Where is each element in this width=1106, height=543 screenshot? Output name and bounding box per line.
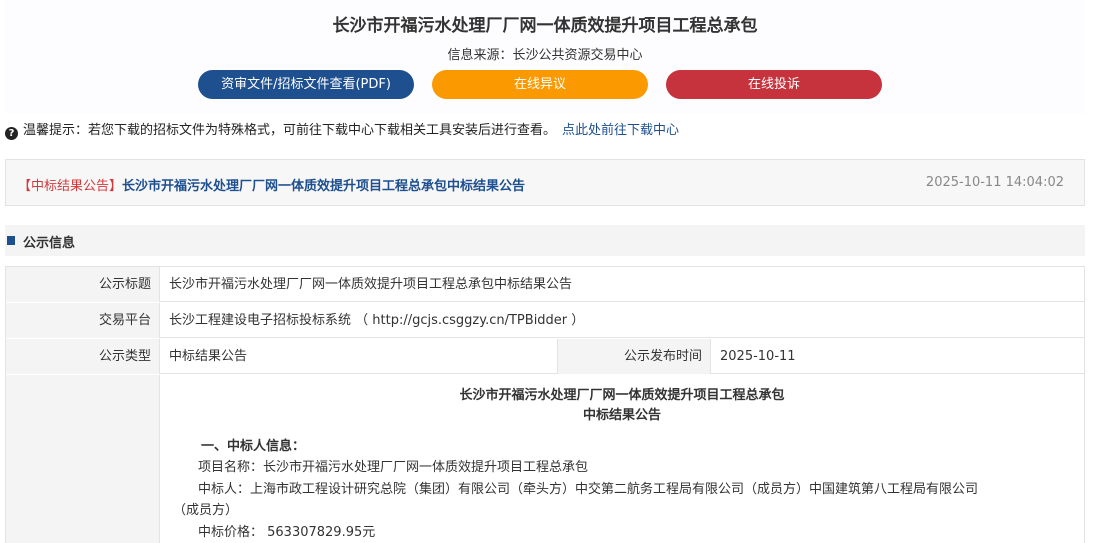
title-value: 长沙市开福污水处理厂厂网一体质效提升项目工程总承包中标结果公告 xyxy=(169,277,573,292)
info-table: 公示标题 长沙市开福污水处理厂厂网一体质效提升项目工程总承包中标结果公告 交易平… xyxy=(5,266,1085,543)
section-header: 公示信息 xyxy=(5,225,1085,256)
announcement-heading-line1: 长沙市开福污水处理厂厂网一体质效提升项目工程总承包 xyxy=(459,388,785,403)
notice-title: 长沙市开福污水处理厂厂网一体质效提升项目工程总承包中标结果公告 xyxy=(122,179,526,194)
section-title: 公示信息 xyxy=(23,236,76,251)
publish-time-label: 公示发布时间 xyxy=(557,339,711,374)
platform-value: 长沙工程建设电子招标投标系统 （ http://gcjs.csggzy.cn/T… xyxy=(169,313,585,328)
info-source: 信息来源：长沙公共资源交易中心 xyxy=(447,48,643,63)
notice-date: 2025-10-11 14:04:02 xyxy=(925,175,1064,190)
announcement-heading: 长沙市开福污水处理厂厂网一体质效提升项目工程总承包 中标结果公告 xyxy=(160,386,1084,426)
online-complaint-button[interactable]: 在线投诉 xyxy=(666,70,882,99)
section-marker xyxy=(7,236,15,245)
notice-bar: 【中标结果公告】长沙市开福污水处理厂厂网一体质效提升项目工程总承包中标结果公告 … xyxy=(5,159,1085,206)
winner-line2: （成员方） xyxy=(173,503,239,518)
winner-line1: 中标人：上海市政工程设计研究总院（集团）有限公司（牵头方）中交第二航务工程局有限… xyxy=(198,482,979,497)
type-label: 公示类型 xyxy=(6,339,160,374)
online-objection-button[interactable]: 在线异议 xyxy=(432,70,648,99)
page-header: 长沙市开福污水处理厂厂网一体质效提升项目工程总承包 信息来源：长沙公共资源交易中… xyxy=(5,0,1085,114)
winner-section-heading: 一、中标人信息： xyxy=(201,439,306,454)
project-name: 项目名称：长沙市开福污水处理厂厂网一体质效提升项目工程总承包 xyxy=(198,460,589,475)
page-title: 长沙市开福污水处理厂厂网一体质效提升项目工程总承包 xyxy=(332,16,758,36)
platform-label: 交易平台 xyxy=(6,303,160,338)
question-icon: ? xyxy=(5,127,18,140)
announcement-body: 长沙市开福污水处理厂厂网一体质效提升项目工程总承包 中标结果公告 一、中标人信息… xyxy=(160,375,1084,543)
content-label xyxy=(6,375,160,543)
table-row-title: 公示标题 长沙市开福污水处理厂厂网一体质效提升项目工程总承包中标结果公告 xyxy=(6,267,1084,302)
download-center-link[interactable]: 点此处前往下载中心 xyxy=(562,123,679,138)
notice-heading: 【中标结果公告】长沙市开福污水处理厂厂网一体质效提升项目工程总承包中标结果公告 xyxy=(18,175,525,194)
download-tip: ? 温馨提示：若您下载的招标文件为特殊格式，可前往下载中心下载相关工具安装后进行查… xyxy=(5,122,679,140)
tip-text: 温馨提示：若您下载的招标文件为特殊格式，可前往下载中心下载相关工具安装后进行查看… xyxy=(23,123,557,138)
winning-price: 中标价格： 563307829.95元 xyxy=(198,525,376,540)
publish-time-value: 2025-10-11 xyxy=(720,349,796,364)
view-pdf-button[interactable]: 资审文件/招标文件查看(PDF) xyxy=(198,70,414,99)
title-label: 公示标题 xyxy=(6,267,160,302)
content-row: 长沙市开福污水处理厂厂网一体质效提升项目工程总承包 中标结果公告 一、中标人信息… xyxy=(6,375,1084,543)
type-value: 中标结果公告 xyxy=(169,349,248,364)
notice-tag: 【中标结果公告】 xyxy=(18,179,123,194)
announcement-heading-line2: 中标结果公告 xyxy=(582,408,661,423)
table-row-platform: 交易平台 长沙工程建设电子招标投标系统 （ http://gcjs.csggzy… xyxy=(6,303,1084,338)
table-row-type: 公示类型 中标结果公告 公示发布时间 2025-10-11 xyxy=(6,339,1084,374)
